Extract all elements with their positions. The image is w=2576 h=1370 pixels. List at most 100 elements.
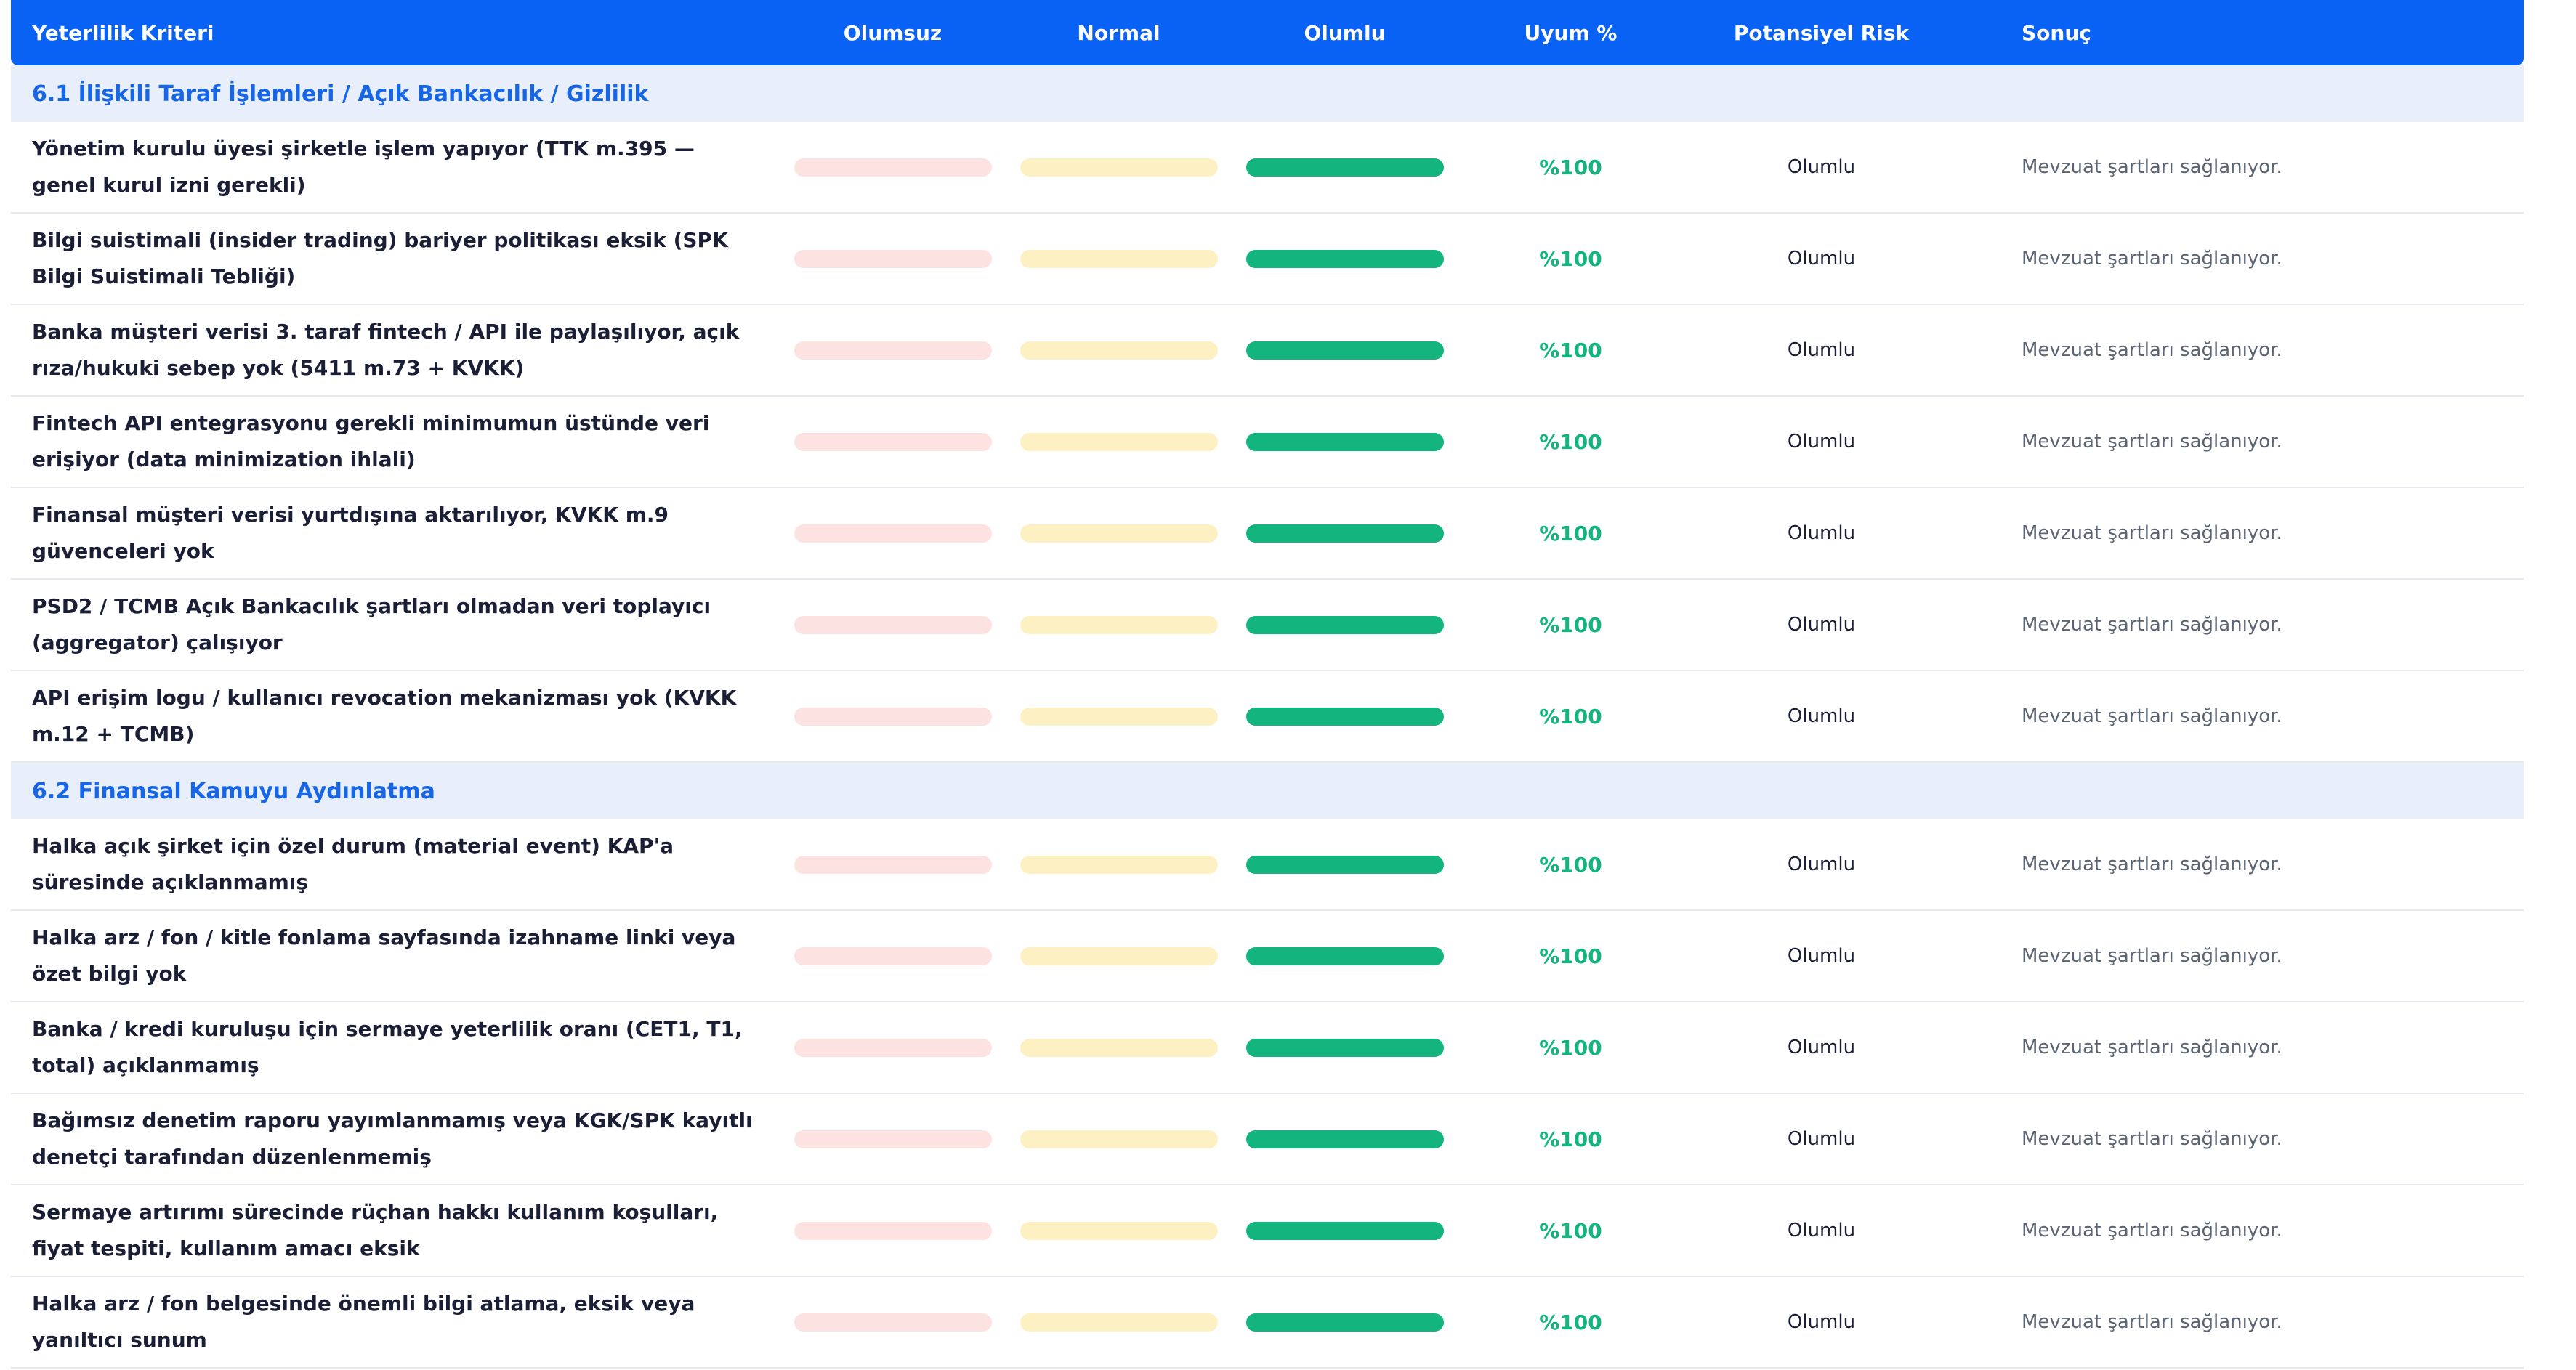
normal-bar	[1020, 341, 1218, 360]
positive-bar	[1245, 249, 1444, 268]
criterion-cell: Fintech API entegrasyonu gerekli minimum…	[11, 405, 780, 478]
positive-bar	[1245, 707, 1444, 726]
table-row[interactable]: Bilgi suistimali (insider trading) bariy…	[11, 214, 2524, 305]
positive-cell	[1232, 1221, 1458, 1240]
criterion-text: Bilgi suistimali (insider trading) bariy…	[32, 228, 728, 288]
criterion-text: Banka müşteri verisi 3. taraf fintech / …	[32, 320, 740, 380]
result-text: Mevzuat şartları sağlanıyor.	[2022, 248, 2282, 269]
result-cell: Mevzuat şartları sağlanıyor.	[1959, 522, 2524, 544]
normal-bar	[1020, 1313, 1218, 1332]
compliance-value: %100	[1539, 612, 1602, 637]
positive-cell	[1232, 1038, 1458, 1057]
compliance-value: %100	[1539, 338, 1602, 362]
compliance-cell: %100	[1458, 522, 1684, 546]
result-text: Mevzuat şartları sağlanıyor.	[2022, 156, 2282, 178]
result-text: Mevzuat şartları sağlanıyor.	[2022, 1128, 2282, 1150]
compliance-value: %100	[1539, 1035, 1602, 1060]
compliance-value: %100	[1539, 852, 1602, 877]
risk-cell: Olumlu	[1684, 339, 1959, 361]
header-result[interactable]: Sonuç	[1959, 21, 2524, 45]
table-row[interactable]: Halka açık şirket için özel durum (mater…	[11, 819, 2524, 911]
table-row[interactable]: Banka müşteri verisi 3. taraf fintech / …	[11, 305, 2524, 397]
table-row[interactable]: Banka / kredi kuruluşu için sermaye yete…	[11, 1002, 2524, 1094]
normal-bar	[1020, 1221, 1218, 1240]
result-cell: Mevzuat şartları sağlanıyor.	[1959, 248, 2524, 269]
negative-cell	[780, 1130, 1006, 1148]
negative-bar	[794, 1221, 992, 1240]
table-row[interactable]: Fintech API entegrasyonu gerekli minimum…	[11, 397, 2524, 488]
table-header: Yeterlilik Kriteri Olumsuz Normal Olumlu…	[11, 0, 2524, 65]
negative-cell	[780, 1221, 1006, 1240]
header-normal[interactable]: Normal	[1006, 21, 1232, 45]
compliance-table: Yeterlilik Kriteri Olumsuz Normal Olumlu…	[11, 0, 2524, 1369]
table-row[interactable]: Finansal müşteri verisi yurtdışına aktar…	[11, 488, 2524, 580]
normal-cell	[1006, 341, 1232, 360]
compliance-cell: %100	[1458, 155, 1684, 179]
criterion-text: Halka arz / fon belgesinde önemli bilgi …	[32, 1292, 695, 1352]
positive-bar	[1245, 855, 1444, 874]
result-text: Mevzuat şartları sağlanıyor.	[2022, 614, 2282, 636]
table-row[interactable]: Bağımsız denetim raporu yayımlanmamış ve…	[11, 1094, 2524, 1185]
result-cell: Mevzuat şartları sağlanıyor.	[1959, 705, 2524, 727]
risk-value: Olumlu	[1787, 945, 1856, 967]
compliance-cell: %100	[1458, 1127, 1684, 1151]
criterion-text: API erişim logu / kullanıcı revocation m…	[32, 686, 737, 746]
criterion-cell: Halka açık şirket için özel durum (mater…	[11, 828, 780, 901]
compliance-value: %100	[1539, 246, 1602, 271]
compliance-cell: %100	[1458, 853, 1684, 877]
negative-bar	[794, 341, 992, 360]
header-criteria[interactable]: Yeterlilik Kriteri	[11, 21, 780, 45]
criterion-text: Yönetim kurulu üyesi şirketle işlem yapı…	[32, 137, 695, 197]
normal-cell	[1006, 158, 1232, 177]
normal-cell	[1006, 947, 1232, 965]
header-positive[interactable]: Olumlu	[1232, 21, 1458, 45]
table-row[interactable]: Sermaye artırımı sürecinde rüçhan hakkı …	[11, 1185, 2524, 1277]
compliance-value: %100	[1539, 155, 1602, 179]
negative-bar	[794, 1130, 992, 1148]
risk-cell: Olumlu	[1684, 1037, 1959, 1058]
positive-cell	[1232, 855, 1458, 874]
positive-bar	[1245, 1313, 1444, 1332]
criterion-text: Finansal müşteri verisi yurtdışına aktar…	[32, 503, 669, 563]
compliance-cell: %100	[1458, 430, 1684, 454]
negative-bar	[794, 158, 992, 177]
normal-cell	[1006, 1221, 1232, 1240]
risk-value: Olumlu	[1787, 156, 1856, 178]
normal-cell	[1006, 855, 1232, 874]
result-text: Mevzuat şartları sağlanıyor.	[2022, 945, 2282, 967]
risk-cell: Olumlu	[1684, 522, 1959, 544]
positive-bar	[1245, 615, 1444, 634]
criterion-text: Sermaye artırımı sürecinde rüçhan hakkı …	[32, 1200, 719, 1260]
table-row[interactable]: Yönetim kurulu üyesi şirketle işlem yapı…	[11, 122, 2524, 214]
risk-cell: Olumlu	[1684, 614, 1959, 636]
negative-cell	[780, 615, 1006, 634]
table-row[interactable]: PSD2 / TCMB Açık Bankacılık şartları olm…	[11, 580, 2524, 671]
risk-value: Olumlu	[1787, 522, 1856, 544]
result-text: Mevzuat şartları sağlanıyor.	[2022, 522, 2282, 544]
normal-cell	[1006, 249, 1232, 268]
compliance-cell: %100	[1458, 247, 1684, 271]
criterion-text: PSD2 / TCMB Açık Bankacılık şartları olm…	[32, 594, 711, 654]
table-row[interactable]: Halka arz / fon belgesinde önemli bilgi …	[11, 1277, 2524, 1369]
header-negative[interactable]: Olumsuz	[780, 21, 1006, 45]
normal-bar	[1020, 158, 1218, 177]
table-row[interactable]: Halka arz / fon / kitle fonlama sayfasın…	[11, 911, 2524, 1002]
header-compliance[interactable]: Uyum %	[1458, 21, 1684, 45]
risk-value: Olumlu	[1787, 248, 1856, 269]
table-row[interactable]: API erişim logu / kullanıcı revocation m…	[11, 671, 2524, 763]
negative-bar	[794, 855, 992, 874]
criterion-cell: Halka arz / fon / kitle fonlama sayfasın…	[11, 920, 780, 992]
positive-bar	[1245, 947, 1444, 965]
negative-bar	[794, 707, 992, 726]
compliance-value: %100	[1539, 521, 1602, 546]
criterion-cell: Yönetim kurulu üyesi şirketle işlem yapı…	[11, 131, 780, 203]
normal-bar	[1020, 855, 1218, 874]
header-risk[interactable]: Potansiyel Risk	[1684, 21, 1959, 45]
result-cell: Mevzuat şartları sağlanıyor.	[1959, 1220, 2524, 1241]
risk-cell: Olumlu	[1684, 248, 1959, 269]
negative-cell	[780, 432, 1006, 451]
result-cell: Mevzuat şartları sağlanıyor.	[1959, 339, 2524, 361]
criterion-cell: Banka / kredi kuruluşu için sermaye yete…	[11, 1011, 780, 1084]
section-header: 6.2 Finansal Kamuyu Aydınlatma	[11, 763, 2524, 819]
normal-cell	[1006, 524, 1232, 543]
